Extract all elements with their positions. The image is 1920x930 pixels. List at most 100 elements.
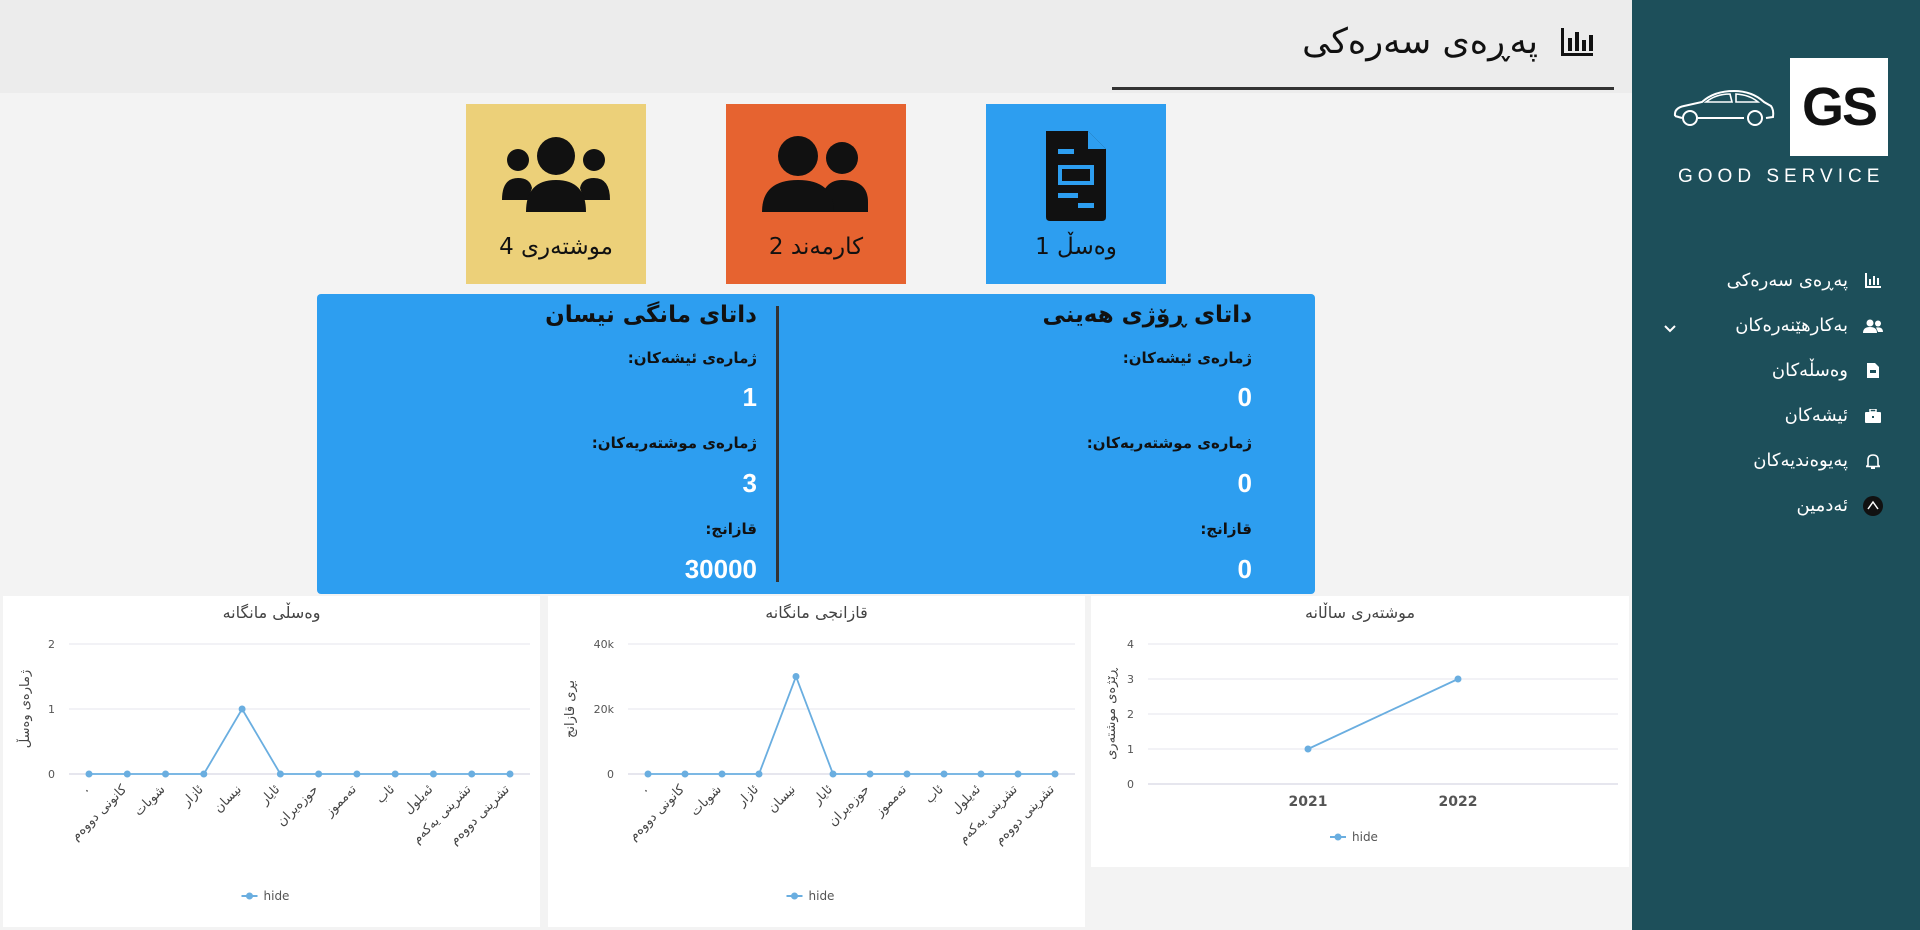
sidebar-item-contacts[interactable]: پەیوەندیەکان [1632, 438, 1920, 483]
sidebar-item-jobs[interactable]: ئیشەکان [1632, 393, 1920, 438]
sidebar-item-dashboard[interactable]: پەڕەی سەرەکی [1632, 258, 1920, 303]
month-profit-value: 30000 [684, 554, 757, 584]
legend-marker [791, 892, 798, 900]
bell-icon [1862, 450, 1884, 472]
x-tick-label: ئازار [734, 782, 762, 810]
briefcase-icon [1862, 405, 1884, 427]
sidebar-item-users[interactable]: بەکارهێنەرەکان [1632, 303, 1920, 348]
chevron-down-icon[interactable] [1664, 317, 1676, 338]
logo-area: GS GOOD SERVICE [1632, 58, 1920, 198]
legend-marker [1334, 833, 1342, 841]
month-data-column: داتای مانگی نیسان ژمارەی ئیشەکان: 1 ژمار… [317, 294, 757, 594]
y-axis-label: ژمارەی وەسڵ [16, 670, 33, 748]
brand-name: GOOD SERVICE [1678, 166, 1885, 187]
legend-label: hide [809, 889, 835, 903]
legend-marker [246, 892, 253, 900]
staff-count-card[interactable]: کارمەند 2 [726, 104, 906, 284]
x-tick-label: ئەیلول [401, 782, 436, 817]
data-point [238, 705, 246, 713]
x-tick-label: نیسان [765, 782, 799, 816]
month-data-title: داتای مانگی نیسان [545, 302, 757, 328]
data-point [200, 770, 208, 778]
x-tick-label: 2021 [1289, 794, 1328, 810]
header-bar: پەڕەی سەرەکی [0, 0, 1632, 93]
y-tick-label: 0 [607, 768, 614, 781]
sidebar-item-invoices[interactable]: وەسڵەکان [1632, 348, 1920, 393]
legend-label: hide [1352, 830, 1378, 844]
data-point [866, 770, 874, 778]
y-tick-label: 40k [594, 638, 615, 651]
data-point [792, 673, 800, 680]
data-point [718, 770, 726, 778]
x-tick-label: حوزەیران [826, 782, 873, 829]
monthly-profit-chart: قازانجی مانگانە 0 20k 40k بڕی قازانج. کانونی … [548, 596, 1085, 927]
yearly-customers-chart: موشتەری ساڵانە 0 1 2 3 4 ڕێژەی موشتەری 2021 2022… [1091, 596, 1629, 867]
day-data-column: داتای ڕۆژی هەینی ژمارەی ئیشەکان: 0 ژمارە… [812, 294, 1252, 594]
document-icon [1862, 360, 1884, 382]
chart-title: وەسڵی مانگانە [223, 602, 321, 623]
bar-chart-icon [1560, 26, 1594, 58]
x-tick-label: ئاب [922, 782, 947, 807]
y-tick-label: 1 [1127, 743, 1134, 756]
sidebar-item-label: پەڕەی سەرەکی [1726, 270, 1848, 291]
data-point [315, 770, 323, 778]
chart-title: موشتەری ساڵانە [1305, 602, 1415, 623]
car-logo-icon [1672, 86, 1776, 130]
y-axis-label: ڕێژەی موشتەری [1104, 667, 1119, 760]
sidebar-item-label: پەیوەندیەکان [1753, 450, 1848, 471]
sidebar-item-label: وەسڵەکان [1771, 360, 1848, 381]
data-point [977, 770, 985, 778]
title-underline [1112, 87, 1614, 90]
gs-logo: GS [1790, 58, 1888, 156]
sidebar-item-label: ئەدمین [1796, 495, 1848, 516]
customers-group-icon [502, 130, 610, 222]
data-point [468, 770, 476, 778]
month-customers-label: ژمارەی موشتەریەکان: [591, 434, 757, 452]
customers-count-label: موشتەری 4 [499, 234, 613, 260]
staff-users-icon [762, 130, 870, 222]
x-tick-label: . [637, 782, 651, 796]
monthly-invoices-chart-svg: وەسڵی مانگانە 0 1 2 ژمارەی وەسڵ.کانونی دووەم… [16, 602, 530, 903]
x-tick-label: . [78, 782, 92, 796]
y-tick-label: 2 [1127, 708, 1134, 721]
x-tick-label: ئایار [809, 782, 835, 808]
monthly-invoices-chart: وەسڵی مانگانە 0 1 2 ژمارەی وەسڵ. کانونی دووەم… [3, 596, 540, 927]
data-point [681, 770, 689, 778]
y-tick-label: 0 [1127, 778, 1134, 791]
data-point [1051, 770, 1059, 778]
bar-chart-icon [1862, 270, 1884, 292]
monthly-profit-chart-svg: قازانجی مانگانە 0 20k 40k بڕی قازانج.کانونی … [563, 603, 1075, 903]
admin-avatar-icon [1862, 495, 1884, 517]
x-tick-label: شوبات [131, 782, 168, 819]
series-line [89, 707, 510, 775]
panel-divider [776, 306, 779, 582]
data-point [391, 770, 399, 778]
customers-count-card[interactable]: موشتەری 4 [466, 104, 646, 284]
data-point [1304, 745, 1312, 753]
invoice-count-card[interactable]: وەسڵ 1 [986, 104, 1166, 284]
stats-info-panel: داتای ڕۆژی هەینی ژمارەی ئیشەکان: 0 ژمارە… [317, 294, 1315, 594]
day-customers-value: 0 [1237, 468, 1252, 498]
data-point [123, 770, 131, 778]
staff-count-label: کارمەند 2 [768, 234, 864, 260]
x-tick-label: تەمموز [322, 782, 360, 820]
users-icon [1862, 315, 1884, 337]
sidebar-item-admin[interactable]: ئەدمین [1632, 483, 1920, 528]
x-tick-label: ئاب [373, 782, 398, 807]
yearly-customers-chart-svg: موشتەری ساڵانە 0 1 2 3 4 ڕێژەی موشتەری 2021 2022… [1104, 602, 1618, 844]
data-point [1014, 770, 1022, 778]
data-point [940, 770, 948, 778]
y-tick-label: 3 [1127, 673, 1134, 686]
data-point [162, 770, 170, 778]
invoice-document-icon [1042, 130, 1110, 222]
y-tick-label: 4 [1127, 638, 1134, 651]
y-tick-label: 2 [48, 638, 55, 651]
sidebar-nav: پەڕەی سەرەکی بەکارهێنەرەکان وەسڵەکان ئیش… [1632, 258, 1920, 528]
day-data-title: داتای ڕۆژی هەینی [1042, 302, 1252, 328]
data-point [1454, 675, 1462, 683]
sidebar-item-label: ئیشەکان [1784, 405, 1848, 426]
invoice-count-label: وەسڵ 1 [1035, 234, 1117, 260]
legend-label: hide [264, 889, 290, 903]
y-tick-label: 0 [48, 768, 55, 781]
data-point [429, 770, 437, 778]
